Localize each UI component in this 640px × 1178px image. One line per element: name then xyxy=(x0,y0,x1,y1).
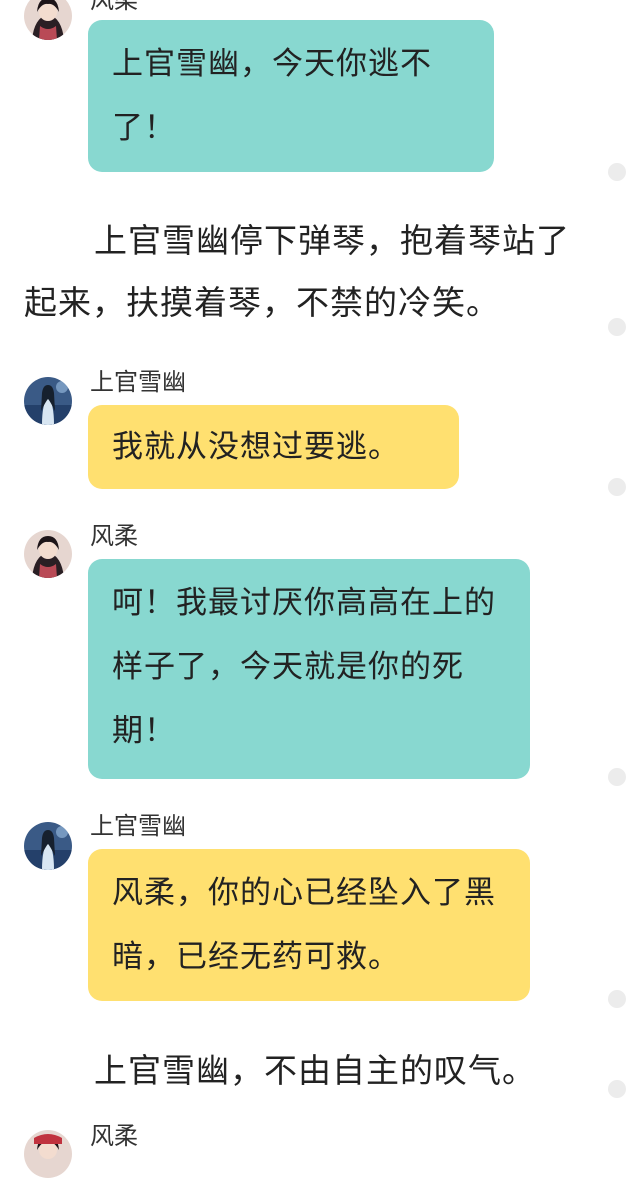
scroll-marker-dot xyxy=(608,478,626,496)
speaker-name: 上官雪幽 xyxy=(90,368,186,396)
message-bubble-shangguan[interactable]: 风柔，你的心已经坠入了黑暗，已经无药可救。 xyxy=(88,849,530,1001)
avatar-fengrou[interactable] xyxy=(24,530,72,578)
message-bubble-shangguan[interactable]: 我就从没想过要逃。 xyxy=(88,405,459,489)
scroll-marker-dot xyxy=(608,318,626,336)
avatar-shangguan[interactable] xyxy=(24,377,72,425)
message-bubble-fengrou[interactable]: 呵！我最讨厌你高高在上的样子了，今天就是你的死期！ xyxy=(88,559,530,779)
speaker-name: 上官雪幽 xyxy=(90,812,186,840)
avatar-fengrou[interactable] xyxy=(24,1130,72,1178)
scroll-marker-dot xyxy=(608,990,626,1008)
scroll-marker-dot xyxy=(608,163,626,181)
scroll-marker-dot xyxy=(608,768,626,786)
narration-paragraph: 上官雪幽停下弹琴，抱着琴站了起来，扶摸着琴，不禁的冷笑。 xyxy=(24,221,570,322)
avatar-fengrou[interactable] xyxy=(24,0,72,40)
speaker-name: 风柔 xyxy=(90,522,138,550)
speaker-name: 风柔 xyxy=(90,1122,138,1150)
scroll-marker-dot xyxy=(608,1080,626,1098)
speaker-name: 风柔 xyxy=(90,0,138,14)
message-bubble-fengrou[interactable]: 上官雪幽，今天你逃不了！ xyxy=(88,20,494,172)
narration-paragraph: 上官雪幽，不由自主的叹气。 xyxy=(94,1051,536,1090)
avatar-shangguan[interactable] xyxy=(24,822,72,870)
